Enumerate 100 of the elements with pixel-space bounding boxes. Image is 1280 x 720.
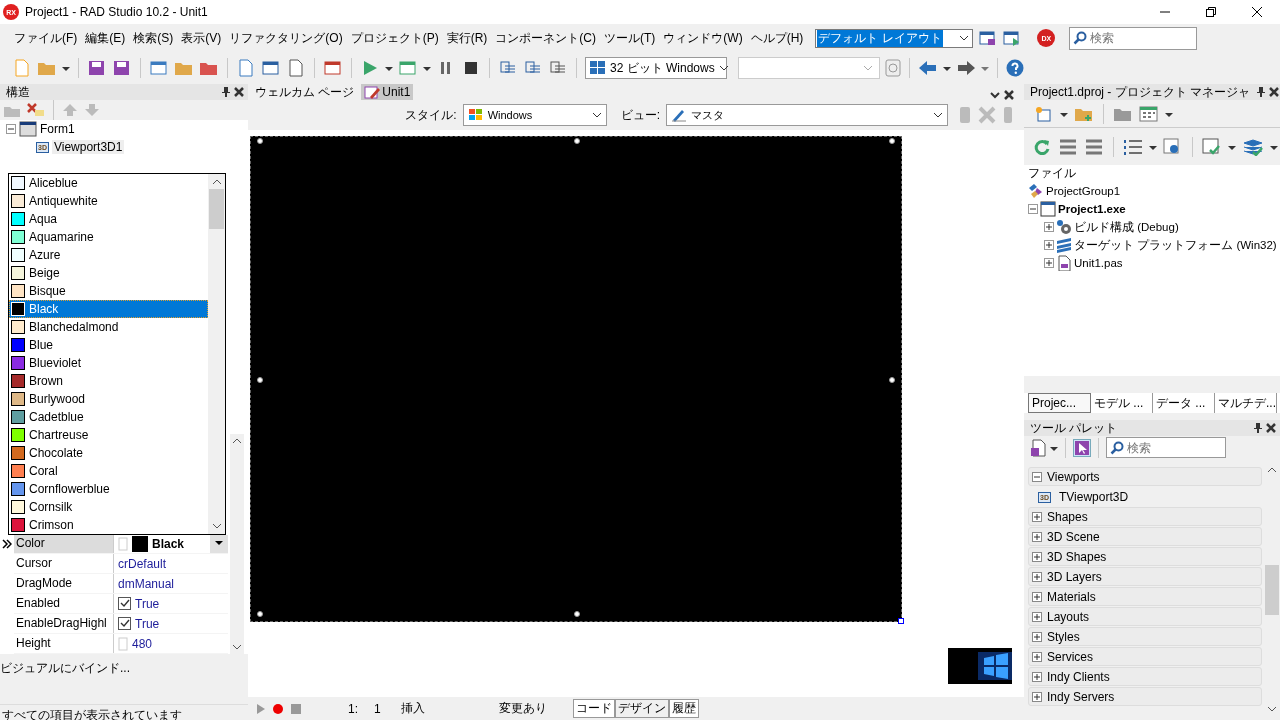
- collapse-toggle[interactable]: [1028, 204, 1038, 214]
- pointer-button[interactable]: [1073, 438, 1091, 457]
- view-dropdown[interactable]: マスタ: [666, 104, 948, 126]
- save-layout-icon[interactable]: [979, 30, 998, 46]
- scroll-up-icon[interactable]: [1267, 467, 1277, 473]
- color-option[interactable]: Coral: [9, 462, 208, 480]
- pin-icon[interactable]: [1256, 87, 1267, 97]
- property-name[interactable]: Cursor: [14, 554, 114, 573]
- color-option[interactable]: Cornflowerblue: [9, 480, 208, 498]
- menu-item[interactable]: 表示(V): [177, 29, 226, 47]
- category-header[interactable]: Layouts: [1028, 607, 1262, 626]
- menu-item[interactable]: 実行(R): [442, 29, 492, 47]
- panel-tab[interactable]: マルチデ...: [1215, 393, 1277, 413]
- tree-item[interactable]: Viewport3D1: [51, 140, 125, 154]
- style-dropdown[interactable]: Windows: [462, 104, 607, 126]
- platform-dropdown[interactable]: 32 ビット Windows: [585, 57, 727, 79]
- expand-toggle[interactable]: [1044, 240, 1054, 250]
- property-value[interactable]: crDefault: [118, 556, 167, 571]
- property-name[interactable]: Enabled: [14, 594, 114, 613]
- category-header[interactable]: Services: [1028, 647, 1262, 666]
- color-option[interactable]: Beige: [9, 264, 208, 282]
- component-item[interactable]: TViewport3D: [1058, 490, 1129, 504]
- tree-item[interactable]: ビルド構成 (Debug): [1074, 219, 1179, 235]
- menu-item[interactable]: 検索(S): [129, 29, 178, 47]
- property-value[interactable]: dmManual: [118, 576, 175, 591]
- color-option[interactable]: Chartreuse: [9, 426, 208, 444]
- layout-dropdown[interactable]: デフォルト レイアウト: [815, 28, 974, 48]
- close-icon[interactable]: [1269, 87, 1280, 97]
- property-name[interactable]: Height: [14, 634, 114, 653]
- component-icon[interactable]: [1030, 438, 1046, 457]
- close-icon[interactable]: [1004, 90, 1014, 100]
- scrollbar[interactable]: [208, 174, 225, 534]
- scrollbar[interactable]: [230, 434, 244, 654]
- windows-icon[interactable]: [261, 59, 281, 77]
- chevron-icon[interactable]: [990, 90, 1000, 100]
- search-field[interactable]: 検索: [1069, 26, 1198, 50]
- property-value[interactable]: True: [135, 596, 160, 611]
- numbered-list-icon[interactable]: [1123, 137, 1143, 156]
- scroll-down-icon[interactable]: [211, 523, 222, 529]
- form-icon[interactable]: [323, 59, 343, 77]
- pin-icon[interactable]: [221, 87, 231, 97]
- menu-item[interactable]: プロジェクト(P): [346, 29, 443, 47]
- tree-item[interactable]: Form1: [40, 122, 75, 136]
- color-option[interactable]: Chocolate: [9, 444, 208, 462]
- color-option[interactable]: Aquamarine: [9, 228, 208, 246]
- run-layout-icon[interactable]: [1003, 30, 1022, 46]
- collapse-toggle[interactable]: [6, 124, 16, 134]
- view-tab[interactable]: 履歴: [668, 699, 699, 718]
- menu-item[interactable]: ファイル(F): [10, 29, 82, 47]
- close-icon[interactable]: [234, 87, 244, 97]
- panel-tab[interactable]: Projec...: [1028, 393, 1091, 413]
- panel-tab[interactable]: モデル ...: [1091, 393, 1153, 413]
- property-name[interactable]: DragMode: [14, 574, 114, 593]
- color-option[interactable]: Blanchedalmond: [9, 318, 208, 336]
- refresh-icon[interactable]: [1032, 137, 1052, 156]
- category-header[interactable]: Materials: [1028, 587, 1262, 606]
- color-option[interactable]: Black: [9, 300, 208, 318]
- property-value[interactable]: True: [135, 616, 160, 631]
- category-header[interactable]: Styles: [1028, 627, 1262, 646]
- tree-item[interactable]: Project1.exe: [1058, 203, 1126, 215]
- menu-item[interactable]: ツール(T): [600, 29, 660, 47]
- color-option[interactable]: Azure: [9, 246, 208, 264]
- expand-all-icon[interactable]: [1058, 137, 1078, 156]
- color-option[interactable]: Aliceblue: [9, 174, 208, 192]
- color-option[interactable]: Blue: [9, 336, 208, 354]
- category-header[interactable]: 3D Layers: [1028, 567, 1262, 586]
- menu-item[interactable]: コンポーネント(C): [491, 29, 600, 47]
- checkbox[interactable]: [118, 617, 131, 630]
- property-value[interactable]: Black: [152, 536, 185, 551]
- view-tab[interactable]: デザイン: [614, 699, 669, 718]
- expand-toggle[interactable]: [1044, 222, 1054, 232]
- color-option[interactable]: Bisque: [9, 282, 208, 300]
- editor-tab[interactable]: ウェルカム ページ: [252, 84, 358, 100]
- expand-toggle[interactable]: [1044, 258, 1054, 268]
- editor-tab[interactable]: Unit1: [361, 84, 414, 100]
- window-icon[interactable]: [149, 59, 169, 77]
- scroll-up-icon[interactable]: [211, 179, 222, 185]
- back-arrow-icon[interactable]: [918, 60, 938, 76]
- scroll-down-icon[interactable]: [1267, 706, 1277, 712]
- record-icon[interactable]: [272, 702, 284, 715]
- bind-link[interactable]: ビジュアルにバインド...: [0, 661, 130, 675]
- scroll-thumb[interactable]: [1265, 564, 1279, 615]
- color-option[interactable]: Aqua: [9, 210, 208, 228]
- help-icon[interactable]: [1006, 59, 1024, 77]
- category-header[interactable]: Indy Servers: [1028, 687, 1262, 706]
- property-value[interactable]: 480: [132, 636, 153, 651]
- build-check-icon[interactable]: [1202, 137, 1222, 156]
- color-option[interactable]: Antiquewhite: [9, 192, 208, 210]
- view-tab[interactable]: コード: [572, 699, 615, 718]
- close-icon[interactable]: [1266, 423, 1276, 433]
- color-option[interactable]: Cadetblue: [9, 408, 208, 426]
- palette-search-field[interactable]: 検索: [1106, 437, 1226, 458]
- layers-check-icon[interactable]: [1242, 137, 1264, 156]
- forward-arrow-icon[interactable]: [956, 60, 976, 76]
- category-header[interactable]: Indy Clients: [1028, 667, 1262, 686]
- color-option[interactable]: Crimson: [9, 516, 208, 534]
- grid-view-icon[interactable]: [1139, 104, 1159, 123]
- color-option[interactable]: Cornsilk: [9, 498, 208, 516]
- scroll-down-icon[interactable]: [232, 644, 242, 650]
- menu-item[interactable]: 編集(E): [81, 29, 130, 47]
